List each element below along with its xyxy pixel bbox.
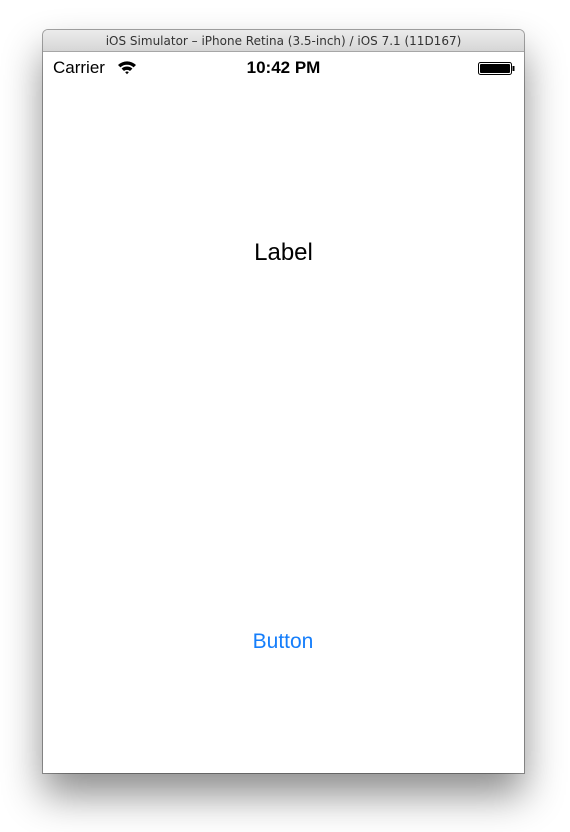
window-title: iOS Simulator – iPhone Retina (3.5-inch)… [43,30,524,52]
status-bar: Carrier 10:42 PM [43,52,524,84]
main-label: Label [254,239,313,266]
device-screen: Carrier 10:42 PM Label Button [43,52,524,773]
wifi-icon [118,61,136,75]
status-time: 10:42 PM [246,58,321,77]
main-button[interactable]: Button [233,625,333,659]
simulator-window: iOS Simulator – iPhone Retina (3.5-inch)… [43,30,524,773]
carrier-name: Carrier [53,58,105,77]
battery-icon [478,62,515,75]
